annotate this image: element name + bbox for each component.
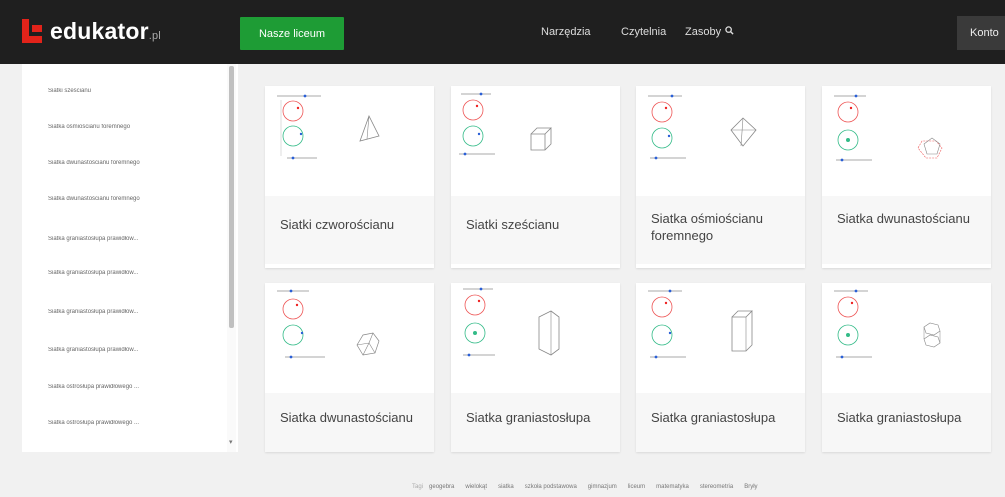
- search-icon: [725, 26, 734, 38]
- scroll-down-arrow-icon[interactable]: ▾: [229, 438, 233, 446]
- sidebar-item[interactable]: Siatki sześcianu: [48, 88, 213, 94]
- card-title: Siatki sześcianu: [466, 217, 560, 232]
- edukator-logo-mark-icon: [22, 19, 44, 43]
- tags-row: Tagi geogebra wielokąt siatka szkoła pod…: [412, 484, 769, 490]
- tag-link[interactable]: szkoła podstawowa: [525, 484, 577, 490]
- card-siatka-graniastoslupa-3[interactable]: Siatka graniastosłupa: [822, 283, 991, 452]
- card-title: Siatki czworościanu: [280, 217, 395, 232]
- card-siatka-graniastoslupa-1[interactable]: Siatka graniastosłupa: [451, 283, 620, 452]
- nasze-liceum-button[interactable]: Nasze liceum: [240, 17, 344, 50]
- card-siatki-szescianu[interactable]: Siatki sześcianu: [451, 86, 620, 268]
- nav-czytelnia[interactable]: Czytelnia: [621, 0, 666, 64]
- edukator-logo[interactable]: edukator.pl: [22, 16, 161, 46]
- card-siatka-graniastoslupa-2[interactable]: Siatka graniastosłupa: [636, 283, 805, 452]
- sidebar-item[interactable]: Siatka ostrosłupa prawidłowego ...: [48, 420, 213, 426]
- tags-label: Tagi: [412, 484, 424, 490]
- sidebar-item[interactable]: Siatka graniastosłupa prawidłow...: [48, 309, 213, 315]
- card-title: Siatka graniastosłupa: [651, 410, 776, 425]
- card-image: [822, 86, 991, 196]
- card-image: [265, 283, 434, 393]
- tag-link[interactable]: siatka: [498, 484, 514, 490]
- card-siatka-dwunastoscianu[interactable]: Siatka dwunastościanu: [822, 86, 991, 268]
- sidebar-item[interactable]: Siatka dwunastościanu foremnego: [48, 160, 213, 166]
- sidebar-item[interactable]: Siatka graniastosłupa prawidłow...: [48, 347, 213, 353]
- sidebar-item[interactable]: Siatka ośmiościanu foremnego: [48, 124, 213, 130]
- card-image: [451, 283, 620, 393]
- tag-link[interactable]: stereometria: [700, 484, 733, 490]
- card-title: Siatka ośmiościanu foremnego: [651, 211, 763, 243]
- tag-link[interactable]: liceum: [628, 484, 645, 490]
- card-title: Siatka graniastosłupa: [466, 410, 591, 425]
- card-image: [822, 283, 991, 393]
- card-title: Siatka dwunastościanu: [837, 211, 970, 226]
- card-image: [636, 283, 805, 393]
- sidebar-scrollbar-thumb[interactable]: [229, 66, 234, 328]
- card-title: Siatka graniastosłupa: [837, 410, 962, 425]
- account-button[interactable]: Konto: [957, 16, 1005, 50]
- card-siatka-osmioscianu[interactable]: Siatka ośmiościanu foremnego: [636, 86, 805, 268]
- tag-link[interactable]: gimnazjum: [588, 484, 617, 490]
- sidebar-item[interactable]: Siatka dwunastościanu foremnego: [48, 196, 213, 202]
- card-siatka-dwunastoscianu-2[interactable]: Siatka dwunastościanu: [265, 283, 434, 452]
- nav-zasoby[interactable]: Zasoby: [685, 0, 734, 64]
- tag-link[interactable]: wielokąt: [465, 484, 487, 490]
- sidebar-nets-list: Siatki sześcianu Siatka ośmiościanu fore…: [22, 64, 238, 452]
- top-navigation-bar: edukator.pl Nasze liceum Narzędzia Czyte…: [0, 0, 1005, 64]
- card-image: [636, 86, 805, 196]
- card-image: [451, 86, 620, 196]
- tag-link[interactable]: Bryły: [744, 484, 757, 490]
- sidebar-item[interactable]: Siatka ostrosłupa prawidłowego ...: [48, 384, 213, 390]
- card-title-area: [822, 196, 991, 264]
- nav-narzedzia[interactable]: Narzędzia: [541, 0, 591, 64]
- card-image: [265, 86, 434, 196]
- tag-link[interactable]: matematyka: [656, 484, 689, 490]
- card-title: Siatka dwunastościanu: [280, 410, 413, 425]
- sidebar-item[interactable]: Siatka graniastosłupa prawidłow...: [48, 236, 213, 242]
- logo-text: edukator.pl: [50, 17, 161, 44]
- card-siatki-czworoscianu[interactable]: Siatki czworościanu: [265, 86, 434, 268]
- tag-link[interactable]: geogebra: [429, 484, 454, 490]
- sidebar-item[interactable]: Siatka graniastosłupa prawidłow...: [48, 270, 213, 276]
